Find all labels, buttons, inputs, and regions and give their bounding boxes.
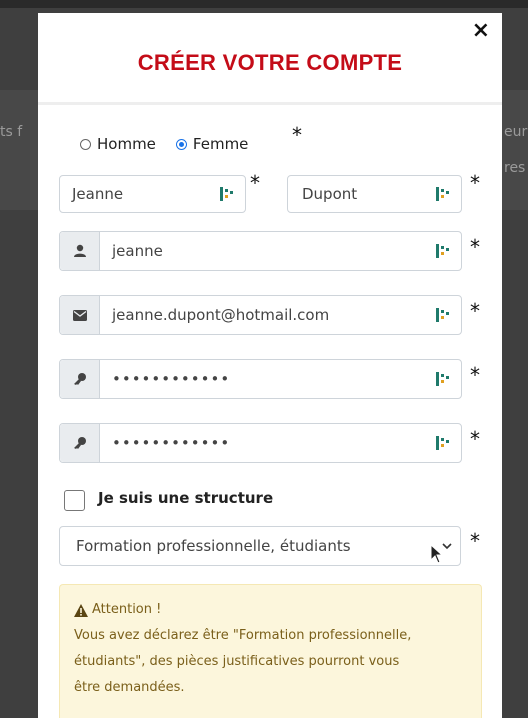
structure-checkbox-label[interactable]: Je suis une structure — [98, 489, 273, 507]
last-name-field[interactable]: Dupont — [287, 175, 462, 213]
email-value: jeanne.dupont@hotmail.com — [112, 306, 330, 324]
password-manager-icon[interactable] — [435, 243, 451, 259]
close-button[interactable]: × — [472, 19, 490, 43]
username-field[interactable]: jeanne — [59, 231, 462, 271]
required-mark: * — [292, 123, 302, 147]
warning-alert: Attention ! Vous avez déclarez être "For… — [59, 584, 482, 718]
alert-heading: Attention ! — [92, 602, 162, 617]
radio-femme[interactable] — [175, 138, 187, 150]
radio-femme-label[interactable]: Femme — [193, 135, 249, 153]
alert-line-1: Vous avez déclarez être "Formation profe… — [74, 628, 412, 643]
gender-radio-group: Homme Femme — [80, 135, 268, 153]
backdrop-topbar — [0, 0, 528, 8]
password-manager-icon[interactable] — [435, 435, 451, 451]
password-confirm-value: •••••••••••• — [112, 434, 231, 452]
password-confirm-addon — [60, 424, 100, 462]
alert-line-2: étudiants", des pièces justificatives po… — [74, 654, 400, 669]
mouse-cursor-icon — [430, 544, 444, 564]
password-manager-icon[interactable] — [435, 307, 451, 323]
required-mark: * — [470, 363, 480, 387]
first-name-value: Jeanne — [72, 185, 124, 203]
username-addon — [60, 232, 100, 270]
radio-homme-label[interactable]: Homme — [97, 135, 156, 153]
key-icon — [73, 373, 86, 385]
email-addon — [60, 296, 100, 334]
header-divider — [38, 102, 502, 105]
warning-icon — [74, 603, 88, 617]
password-field[interactable]: •••••••••••• — [59, 359, 462, 399]
category-select-value: Formation professionnelle, étudiants — [76, 537, 351, 555]
password-confirm-field[interactable]: •••••••••••• — [59, 423, 462, 463]
password-manager-icon[interactable] — [435, 186, 451, 202]
first-name-field[interactable]: Jeanne — [59, 175, 246, 213]
password-manager-icon[interactable] — [219, 186, 235, 202]
required-mark: * — [470, 235, 480, 259]
required-mark: * — [470, 299, 480, 323]
alert-line-3: être demandées. — [74, 680, 185, 695]
required-mark: * — [470, 529, 480, 553]
username-value: jeanne — [112, 242, 163, 260]
signup-modal: × CRÉER VOTRE COMPTE Homme Femme * Jeann… — [38, 13, 502, 718]
user-icon — [73, 244, 86, 257]
required-mark: * — [250, 171, 260, 195]
required-mark: * — [470, 171, 480, 195]
password-manager-icon[interactable] — [435, 371, 451, 387]
backdrop-text-right-2: res — [504, 160, 526, 176]
category-select[interactable]: Formation professionnelle, étudiants — [59, 526, 461, 566]
backdrop-text-right-1: eur — [504, 124, 528, 140]
password-value: •••••••••••• — [112, 370, 231, 388]
email-field[interactable]: jeanne.dupont@hotmail.com — [59, 295, 462, 335]
key-icon — [73, 437, 86, 449]
modal-title: CRÉER VOTRE COMPTE — [137, 50, 403, 75]
structure-checkbox[interactable] — [64, 490, 85, 511]
envelope-icon — [72, 309, 87, 321]
password-addon — [60, 360, 100, 398]
required-mark: * — [470, 427, 480, 451]
radio-homme[interactable] — [80, 138, 91, 150]
backdrop-text-left: ts f — [0, 124, 23, 140]
